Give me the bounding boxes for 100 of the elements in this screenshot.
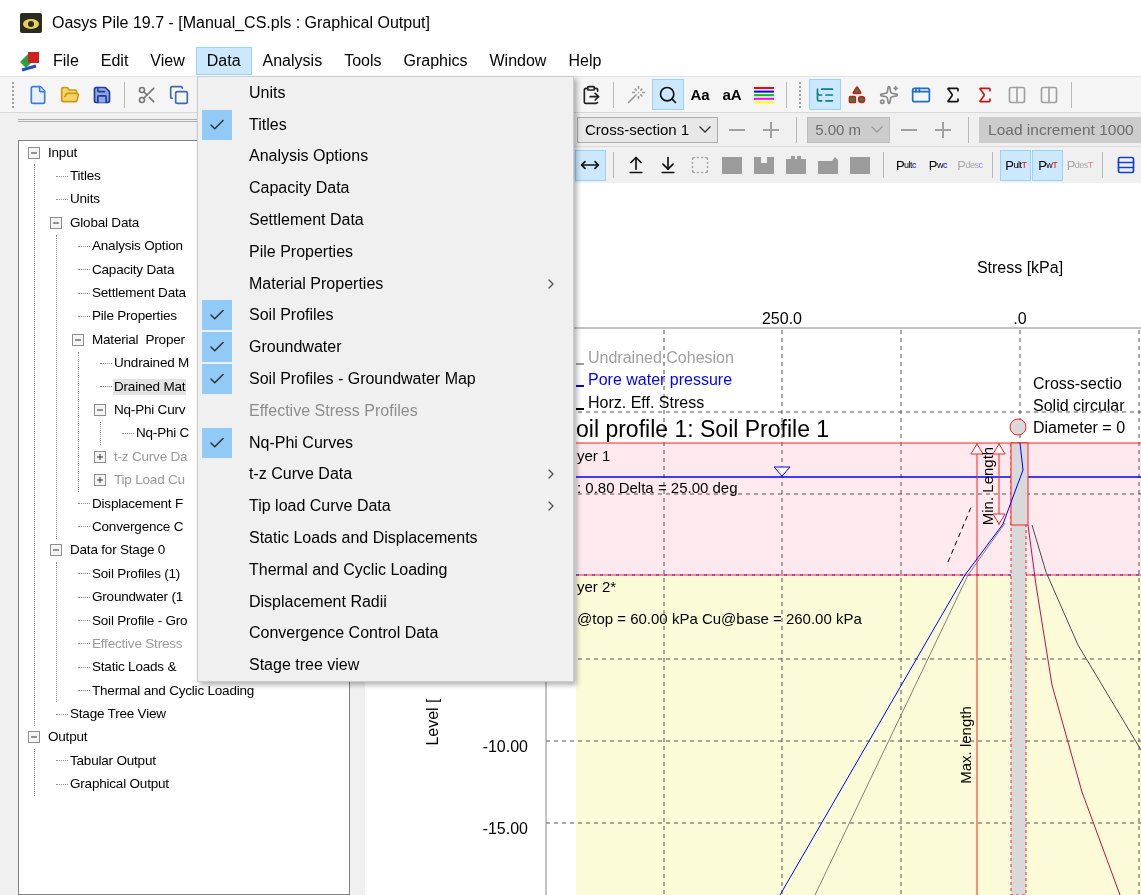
menu-item[interactable]: Displacement Radii <box>198 585 573 618</box>
tick-label: -10.00 <box>482 738 528 755</box>
tree-item[interactable]: Displacement F <box>91 495 184 512</box>
cross-section-dropdown[interactable]: Cross-section 1 <box>577 116 719 143</box>
menu-item[interactable]: Capacity Data <box>198 172 573 205</box>
grid-icon <box>1115 155 1136 175</box>
block-icon <box>753 155 776 175</box>
app-menu-icon[interactable] <box>18 50 42 72</box>
tree-item[interactable]: Soil Profiles (1) <box>91 565 182 582</box>
menu-item[interactable]: Edit <box>89 47 140 75</box>
tick-label: -15.00 <box>482 820 528 837</box>
menu-item[interactable]: View <box>139 47 196 75</box>
tree-item[interactable]: Capacity Data <box>91 261 176 278</box>
tree-item[interactable]: Output <box>47 729 89 746</box>
collapse-icon[interactable] <box>50 544 62 557</box>
profile-title: oil profile 1: Soil Profile 1 <box>576 416 830 442</box>
tree-item[interactable]: Nq-Phi C <box>135 425 191 442</box>
tree-item[interactable]: Undrained M <box>113 355 191 372</box>
wand-icon <box>626 84 646 105</box>
pile-section-icon <box>1009 418 1027 436</box>
toolbar-button[interactable] <box>652 79 684 110</box>
menu-item[interactable]: Material Properties <box>198 267 573 300</box>
legend-line <box>576 363 584 365</box>
collapse-icon[interactable] <box>94 404 106 416</box>
save-icon <box>92 84 112 105</box>
menu-item[interactable]: Static Loads and Displacements <box>198 522 573 554</box>
tree-item[interactable]: Material Proper <box>91 331 186 348</box>
legend-line <box>576 385 584 387</box>
dashed-line <box>947 504 973 563</box>
paste-icon <box>581 84 601 105</box>
block-icon <box>721 155 744 175</box>
tree-item[interactable]: Units <box>69 191 101 208</box>
tree-item[interactable]: Groundwater (1 <box>91 589 184 606</box>
legend-line <box>576 408 584 410</box>
layer-name: yer 2* <box>577 578 617 595</box>
window-title: Oasys Pile 19.7 - [Manual_CS.pls : Graphical Output] <box>52 14 430 32</box>
tree-item[interactable]: Drained Mat <box>113 378 187 395</box>
new-file-icon <box>28 84 48 105</box>
tree-item[interactable]: Static Loads & <box>91 659 178 676</box>
menu-item[interactable]: Data <box>195 47 252 75</box>
menu-item[interactable]: Stage tree view <box>198 649 573 682</box>
collapse-icon[interactable] <box>72 333 84 346</box>
tree-item[interactable]: Tabular Output <box>69 752 157 769</box>
tree-item[interactable]: Soil Profile - Gro <box>91 612 189 629</box>
menu-item[interactable]: Nq-Phi Curves <box>198 426 573 459</box>
menu-item[interactable]: Soil Profiles <box>198 299 573 332</box>
menu-item[interactable]: Tools <box>333 47 393 75</box>
layer-name: yer 1 <box>577 447 611 464</box>
menu-item[interactable]: Window <box>478 47 558 75</box>
tree-item[interactable]: Thermal and Cyclic Loading <box>91 682 256 699</box>
menu-item[interactable]: Help <box>557 47 613 75</box>
layer-properties: : 0.80 Delta = 25.00 deg <box>577 479 738 496</box>
tree-item[interactable]: Analysis Option <box>91 238 184 255</box>
menu-item[interactable]: Units <box>198 77 573 109</box>
menu-item[interactable]: Tip load Curve Data <box>198 490 573 523</box>
menu-item[interactable]: t-z Curve Data <box>198 458 573 491</box>
collapse-icon[interactable] <box>50 216 62 229</box>
menu-item[interactable]: Soil Profiles - Groundwater Map <box>198 363 573 395</box>
tree-item[interactable]: Nq-Phi Curv <box>113 402 187 418</box>
layer-properties: @top = 60.00 kPa Cu@base = 260.00 kPa <box>577 610 862 627</box>
toolbar-button[interactable] <box>575 149 606 181</box>
search-icon <box>658 84 678 105</box>
chevron-down-icon <box>871 126 884 133</box>
menu-item[interactable]: Convergence Control Data <box>198 617 573 650</box>
tree-item[interactable]: Titles <box>69 168 102 185</box>
tree-item[interactable]: Graphical Output <box>69 776 170 793</box>
tree-item[interactable]: Stage Tree View <box>69 706 167 723</box>
menu-item[interactable]: File <box>42 47 90 75</box>
sparkle-icon <box>879 84 899 105</box>
menu-item[interactable]: Pile Properties <box>198 236 573 268</box>
menu-item[interactable]: Graphics <box>392 47 479 75</box>
checkmark-icon <box>202 364 232 395</box>
section-info: Cross-sectio <box>1033 375 1122 392</box>
tick-label: 250.0 <box>762 310 802 327</box>
section-info: Diameter = 0 <box>1033 419 1126 436</box>
toolbar-button[interactable]: aA <box>716 79 748 110</box>
tree-item[interactable]: Input <box>47 144 79 161</box>
menu-item[interactable]: Titles <box>198 108 573 141</box>
menu-item[interactable]: Settlement Data <box>198 204 573 236</box>
menu-item[interactable]: Groundwater <box>198 331 573 364</box>
tree-item[interactable]: Settlement Data <box>91 285 187 302</box>
toolbar-button[interactable]: Aa <box>684 79 716 110</box>
legend-label: Horz. Eff. Stress <box>588 394 705 411</box>
block-icon <box>785 155 808 175</box>
menu-item[interactable]: Thermal and Cyclic Loading <box>198 553 573 586</box>
menu-item[interactable]: Analysis <box>251 47 334 75</box>
collapse-icon[interactable] <box>28 731 40 744</box>
axis-title: Stress [kPa] <box>976 259 1064 276</box>
collapse-icon[interactable] <box>28 146 40 159</box>
tree-item[interactable]: Global Data <box>69 214 141 231</box>
open-folder-icon <box>60 84 80 105</box>
tree-item[interactable]: Pile Properties <box>91 308 178 325</box>
tree-item[interactable]: Data for Stage 0 <box>69 542 167 559</box>
tree-item[interactable]: Convergence C <box>91 518 185 535</box>
scissors-icon <box>137 84 157 105</box>
checkmark-icon <box>202 109 232 140</box>
section-info: Solid circular <box>1033 397 1125 414</box>
minus-icon <box>901 128 918 131</box>
checkmark-icon <box>202 427 232 458</box>
menu-item[interactable]: Analysis Options <box>198 140 573 173</box>
